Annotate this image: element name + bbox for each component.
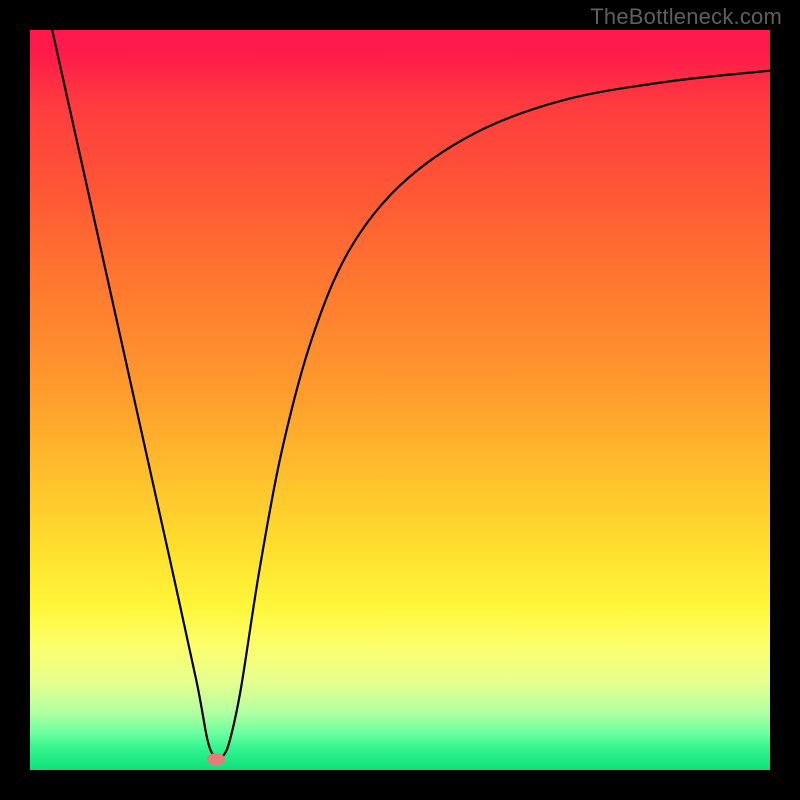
- bottleneck-curve: [52, 30, 770, 759]
- optimal-point-marker: [207, 753, 225, 765]
- plot-area: [30, 30, 770, 770]
- chart-frame: TheBottleneck.com: [0, 0, 800, 800]
- curve-svg: [30, 30, 770, 770]
- watermark-text: TheBottleneck.com: [590, 4, 782, 30]
